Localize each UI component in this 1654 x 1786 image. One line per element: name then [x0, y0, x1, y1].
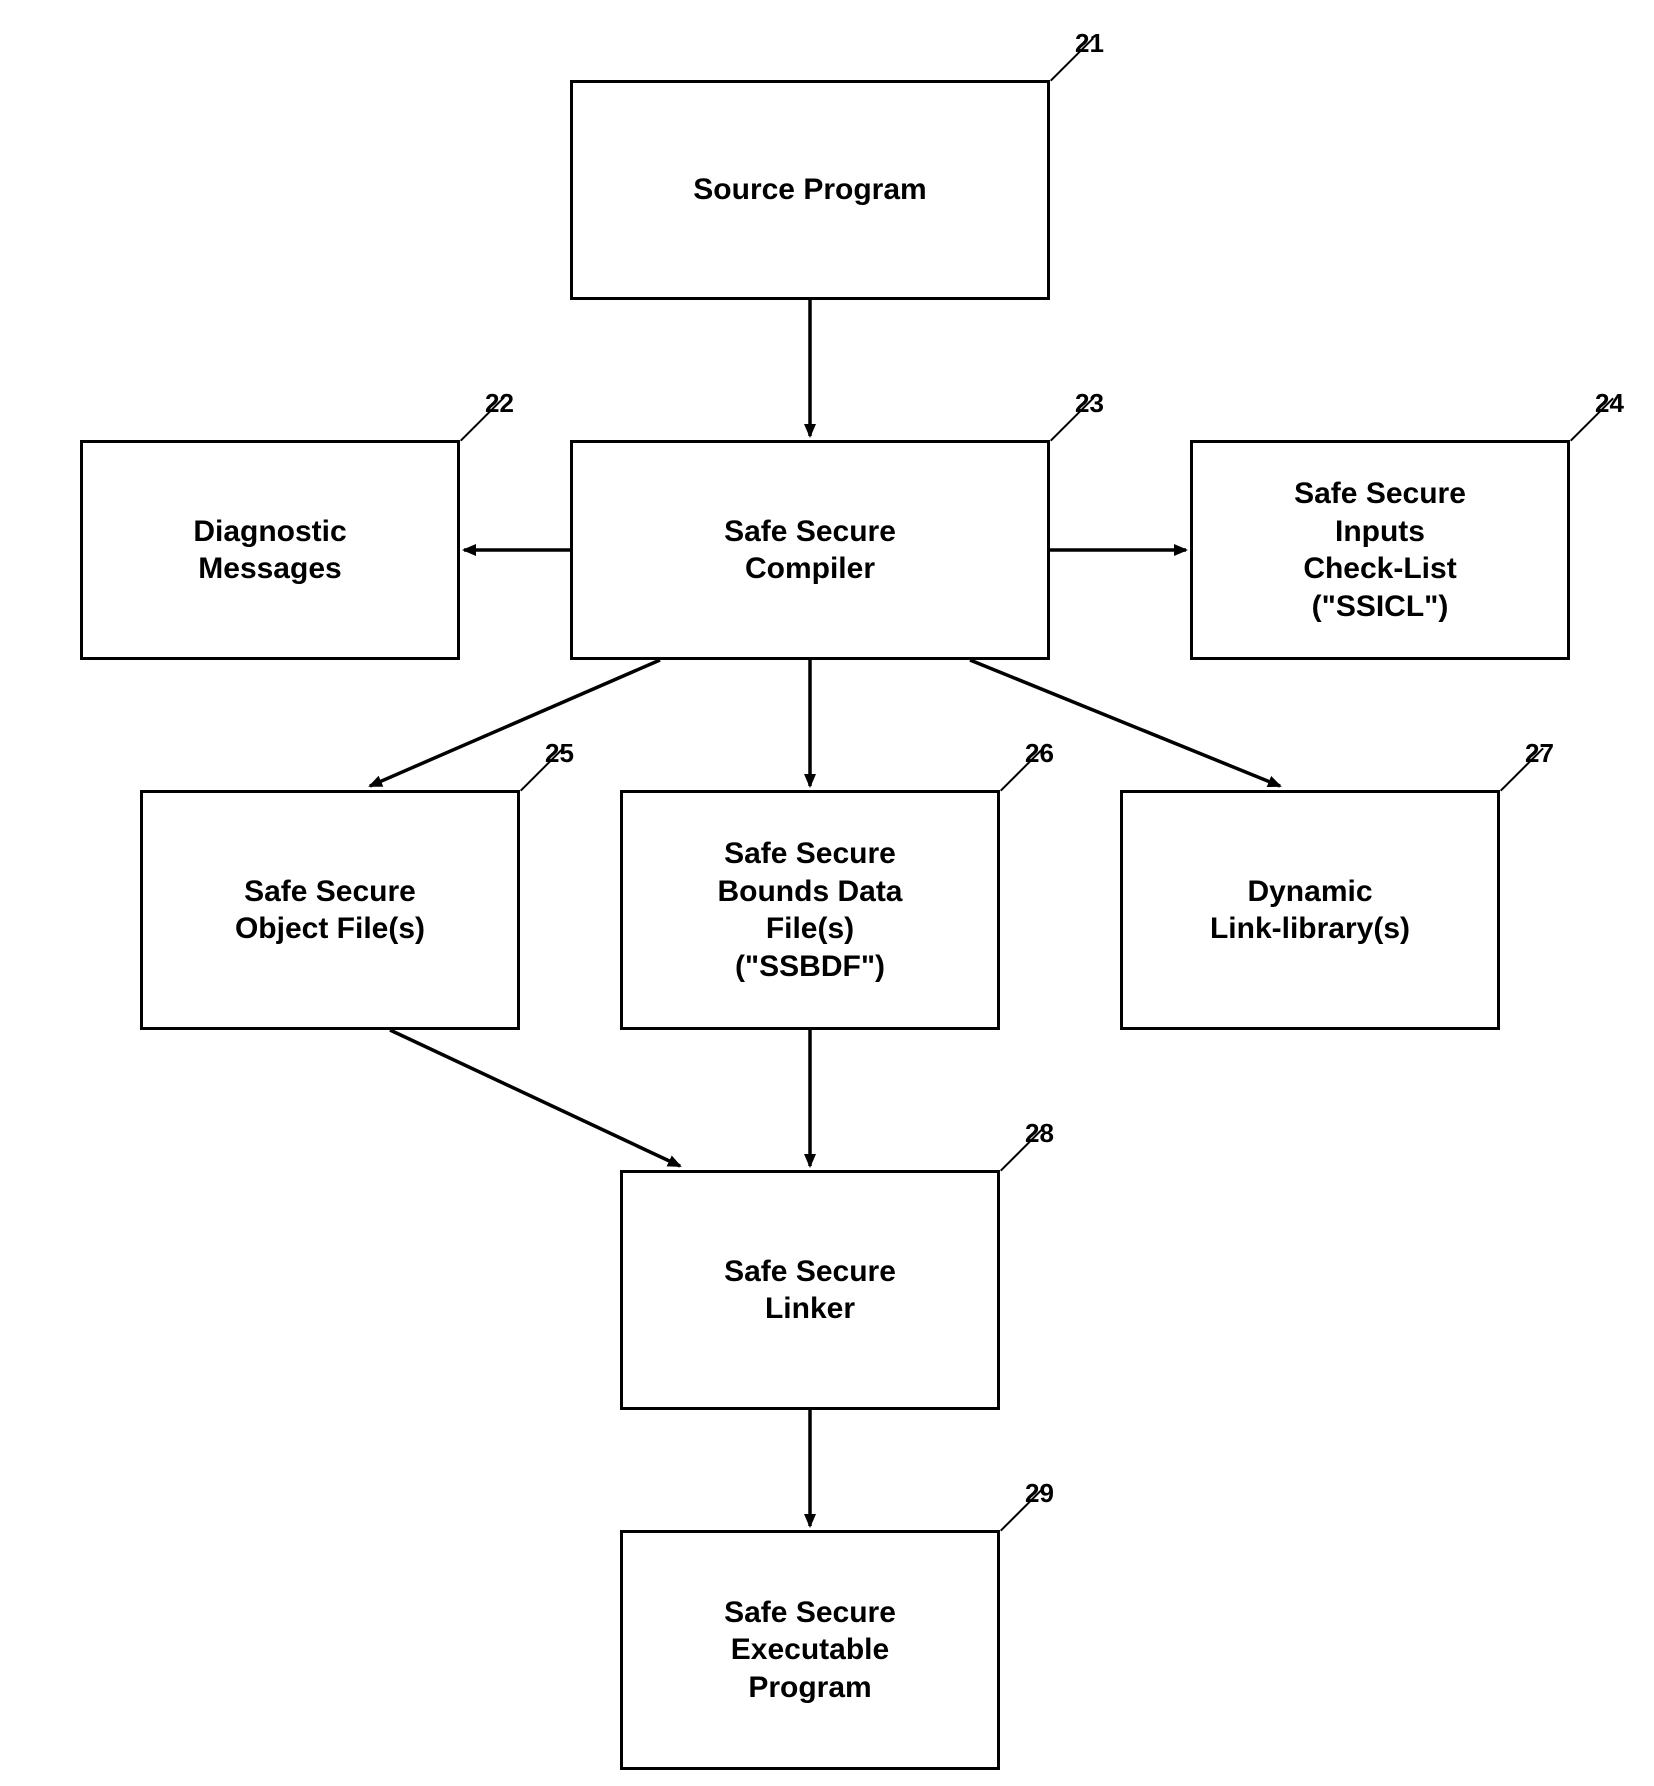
node-dynamic-link-library: DynamicLink-library(s) [1120, 790, 1500, 1030]
node-label: Safe SecureBounds DataFile(s)("SSBDF") [717, 835, 902, 985]
node-executable-program: Safe SecureExecutableProgram [620, 1530, 1000, 1770]
ref-leader-line [1050, 398, 1094, 442]
ref-number: 22 [485, 388, 514, 419]
ref-number: 27 [1525, 738, 1554, 769]
node-label: Safe SecureExecutableProgram [724, 1594, 896, 1707]
ref-leader-line [1500, 748, 1544, 792]
ref-leader-line [1050, 38, 1094, 82]
node-label: Safe SecureCompiler [724, 513, 896, 588]
node-label: Safe SecureObject File(s) [235, 873, 425, 948]
edge [370, 660, 660, 786]
ref-number: 24 [1595, 388, 1624, 419]
node-diagnostic-messages: DiagnosticMessages [80, 440, 460, 660]
ref-leader-line [1000, 1488, 1044, 1532]
ref-leader-line [1000, 748, 1044, 792]
node-label: Source Program [693, 171, 926, 209]
ref-number: 29 [1025, 1478, 1054, 1509]
ref-leader-line [520, 748, 564, 792]
node-label: DynamicLink-library(s) [1210, 873, 1410, 948]
ref-leader-line [1000, 1128, 1044, 1172]
node-safe-secure-compiler: Safe SecureCompiler [570, 440, 1050, 660]
node-label: Safe SecureInputsCheck-List("SSICL") [1294, 475, 1466, 625]
node-ssicl: Safe SecureInputsCheck-List("SSICL") [1190, 440, 1570, 660]
node-safe-secure-linker: Safe SecureLinker [620, 1170, 1000, 1410]
node-ssbdf: Safe SecureBounds DataFile(s)("SSBDF") [620, 790, 1000, 1030]
edge [390, 1030, 680, 1166]
node-object-files: Safe SecureObject File(s) [140, 790, 520, 1030]
ref-number: 25 [545, 738, 574, 769]
ref-number: 26 [1025, 738, 1054, 769]
ref-leader-line [460, 398, 504, 442]
ref-number: 21 [1075, 28, 1104, 59]
node-source-program: Source Program [570, 80, 1050, 300]
edge [970, 660, 1280, 786]
ref-number: 23 [1075, 388, 1104, 419]
ref-number: 28 [1025, 1118, 1054, 1149]
node-label: Safe SecureLinker [724, 1253, 896, 1328]
ref-leader-line [1570, 398, 1614, 442]
node-label: DiagnosticMessages [193, 513, 346, 588]
